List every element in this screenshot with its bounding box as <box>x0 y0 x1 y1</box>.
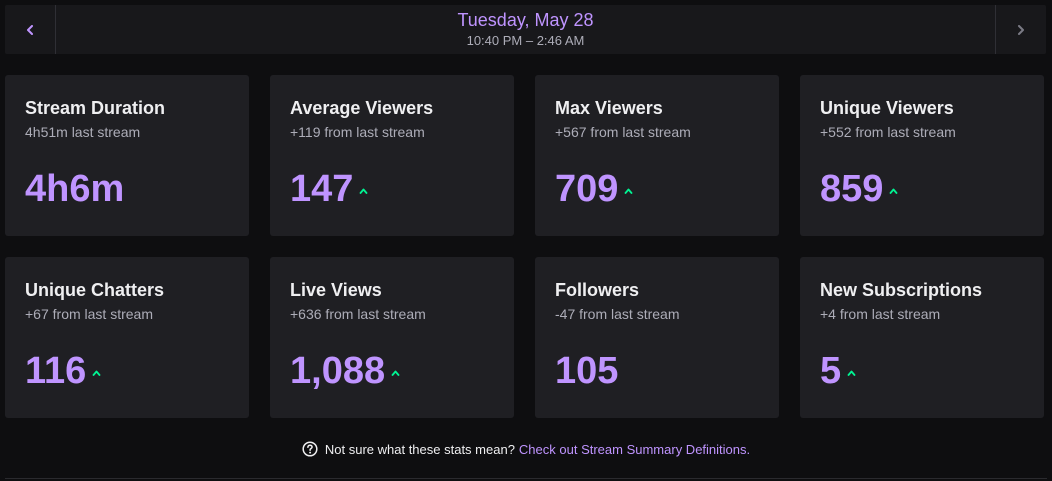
stat-card-title: Unique Viewers <box>820 98 954 118</box>
stats-help-footer: Not sure what these stats mean? Check ou… <box>0 440 1052 458</box>
trend-up-icon <box>391 370 400 376</box>
date-navigation-bar: Tuesday, May 28 10:40 PM – 2:46 AM <box>5 5 1046 54</box>
stat-card-stream-duration: Stream Duration 4h51m last stream 4h6m <box>5 75 249 236</box>
stat-card-title: Live Views <box>290 280 382 300</box>
stat-card-max-viewers: Max Viewers +567 from last stream 709 <box>535 75 779 236</box>
trend-up-icon <box>359 188 368 194</box>
stat-card-comparison: +67 from last stream <box>25 306 153 322</box>
trend-up-icon <box>92 370 101 376</box>
stat-card-unique-viewers: Unique Viewers +552 from last stream 859 <box>800 75 1044 236</box>
stream-date: Tuesday, May 28 <box>457 10 594 30</box>
stat-card-value: 1,088 <box>290 350 386 392</box>
help-circle-icon <box>302 441 318 457</box>
stat-card-title: Average Viewers <box>290 98 434 118</box>
chevron-right-icon <box>1017 24 1025 35</box>
stream-time-range: 10:40 PM – 2:46 AM <box>466 33 585 48</box>
stat-card-title: Unique Chatters <box>25 280 165 300</box>
stat-card-title: Max Viewers <box>555 98 663 118</box>
trend-up-icon <box>847 370 856 376</box>
stat-card-title: Followers <box>555 280 640 300</box>
bottom-divider <box>5 478 1047 479</box>
stat-card-value: 5 <box>820 350 842 392</box>
chevron-left-icon <box>26 24 34 35</box>
stream-date-info: Tuesday, May 28 10:40 PM – 2:46 AM <box>56 5 995 54</box>
stat-card-comparison: +119 from last stream <box>290 124 425 140</box>
stat-card-value: 859 <box>820 168 884 210</box>
stat-card-value: 147 <box>290 168 354 210</box>
stream-summary-page: Tuesday, May 28 10:40 PM – 2:46 AM Strea… <box>0 0 1052 481</box>
stat-card-comparison: +552 from last stream <box>820 124 956 140</box>
previous-stream-button[interactable] <box>5 5 56 54</box>
stat-card-value: 105 <box>555 350 619 392</box>
stat-card-value: 4h6m <box>25 168 125 210</box>
stat-card-unique-chatters: Unique Chatters +67 from last stream 116 <box>5 257 249 418</box>
trend-up-icon <box>889 188 898 194</box>
help-question-text: Not sure what these stats mean? <box>324 441 515 457</box>
stat-card-value: 116 <box>25 350 87 392</box>
stat-card-comparison: 4h51m last stream <box>25 124 141 140</box>
stat-card-comparison: +567 from last stream <box>555 124 691 140</box>
stat-card-comparison: +636 from last stream <box>290 306 426 322</box>
next-stream-button[interactable] <box>995 5 1046 54</box>
stat-card-live-views: Live Views +636 from last stream 1,088 <box>270 257 514 418</box>
stat-card-followers: Followers -47 from last stream 105 <box>535 257 779 418</box>
stat-card-average-viewers: Average Viewers +119 from last stream 14… <box>270 75 514 236</box>
stat-card-value: 709 <box>555 168 619 210</box>
stat-card-new-subscriptions: New Subscriptions +4 from last stream 5 <box>800 257 1044 418</box>
trend-up-icon <box>624 188 633 194</box>
stat-card-comparison: +4 from last stream <box>820 306 941 322</box>
stat-card-title: Stream Duration <box>25 98 166 118</box>
stat-card-title: New Subscriptions <box>820 280 983 300</box>
stream-summary-definitions-link[interactable]: Check out Stream Summary Definitions. <box>519 442 750 457</box>
stat-card-comparison: -47 from last stream <box>555 306 680 322</box>
